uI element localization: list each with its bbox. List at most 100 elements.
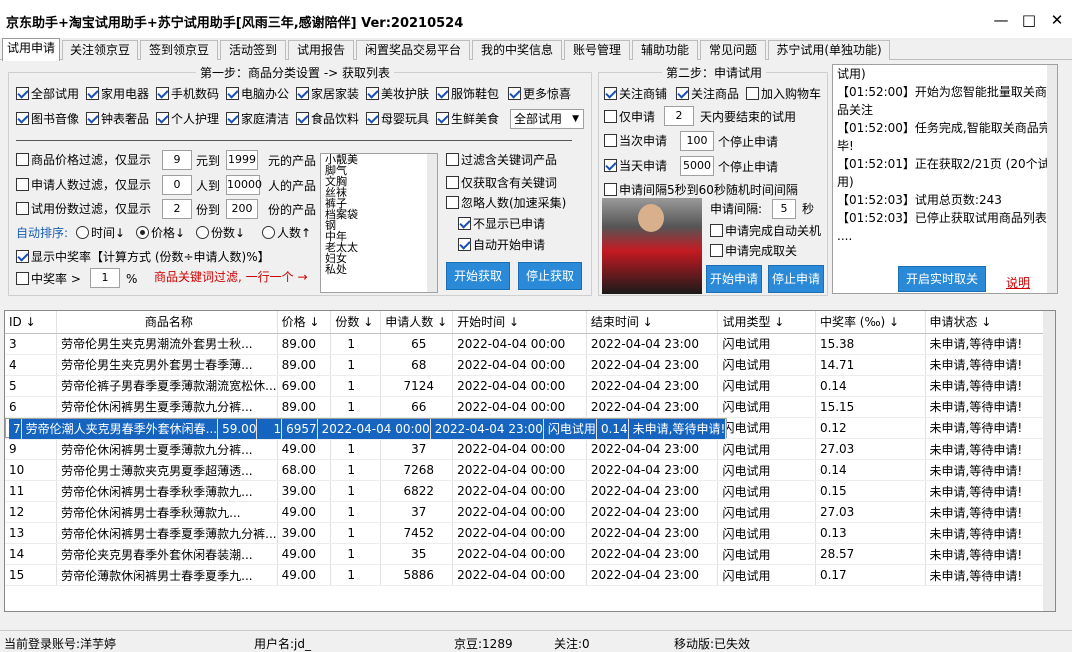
product-table[interactable]: ID ↓ 商品名称 价格 ↓ 份数 ↓ 申请人数 ↓ 开始时间 ↓ 结束时间 ↓ 试用类型 ↓… <box>4 310 1056 612</box>
column-header[interactable]: ID ↓ <box>5 311 58 334</box>
table-scrollbar[interactable] <box>1043 311 1055 611</box>
times-apply-checkbox[interactable]: 当次申请 <box>604 133 667 149</box>
table-row[interactable]: 6 劳帝伦休闲裤男生夏季薄款九分裤... 89.00 1 66 2022-04-04 00… <box>5 396 1055 418</box>
column-header[interactable]: 价格 ↓ <box>277 311 332 334</box>
price-filter-checkbox[interactable]: 商品价格过滤，仅显示 <box>16 152 151 168</box>
maximize-icon[interactable]: □ <box>1016 8 1042 32</box>
day-apply-checkbox[interactable]: 当天申请 <box>604 158 667 174</box>
column-header[interactable]: 申请状态 ↓ <box>925 311 1055 334</box>
cat-cleaning-checkbox[interactable]: 家庭清洁 <box>226 111 289 127</box>
sort-people-radio[interactable]: 人数↑ <box>262 225 311 241</box>
cat-books-checkbox[interactable]: 图书音像 <box>16 111 79 127</box>
cat-beauty-checkbox[interactable]: 美妆护肤 <box>366 86 429 102</box>
start-fetch-button[interactable]: 开始获取 <box>446 262 510 290</box>
tab-idle-market[interactable]: 闲置奖品交易平台 <box>356 40 470 60</box>
help-link[interactable]: 说明 <box>1006 275 1030 291</box>
table-row[interactable]: 7 劳帝伦潮人夹克男春季外套休闲春... 59.00 1 6957 2022-04-04 … <box>5 417 728 440</box>
rate-filter-checkbox[interactable]: 中奖率 > <box>16 271 81 287</box>
realtime-unfollow-button[interactable]: 开启实时取关 <box>898 266 986 292</box>
table-cell: 闪电试用 <box>543 418 597 440</box>
cat-watches-checkbox[interactable]: 钟表奢品 <box>86 111 149 127</box>
column-header[interactable]: 试用类型 ↓ <box>717 311 816 334</box>
only-keyword-checkbox[interactable]: 仅获取含有关键词 <box>446 175 557 191</box>
ignore-people-checkbox[interactable]: 忽略人数(加速采集) <box>446 195 566 211</box>
cat-office-checkbox[interactable]: 电脑办公 <box>226 86 289 102</box>
tab-accounts[interactable]: 账号管理 <box>564 40 630 60</box>
column-header[interactable]: 开始时间 ↓ <box>452 311 587 334</box>
cat-clothing-checkbox[interactable]: 服饰鞋包 <box>436 86 499 102</box>
interval-input[interactable]: 5 <box>772 199 796 219</box>
copies-min-input[interactable]: 2 <box>162 199 192 219</box>
column-header[interactable]: 商品名称 <box>56 311 278 334</box>
minimize-icon[interactable]: — <box>988 8 1014 32</box>
category-select[interactable]: 全部试用 ▼ <box>510 109 584 129</box>
log-panel[interactable]: 试用) 【01:52:00】开始为您智能批量取关商品关注 【01:52:00】任… <box>832 64 1058 294</box>
table-row[interactable]: 5 劳帝伦裤子男春季夏季薄款潮流宽松休... 69.00 1 7124 2022-04-0… <box>5 375 1055 397</box>
stop-apply-button[interactable]: 停止申请 <box>768 265 824 293</box>
cat-fresh-checkbox[interactable]: 生鲜美食 <box>436 111 499 127</box>
table-row[interactable]: 9 劳帝伦休闲裤男士夏季薄款九分裤... 49.00 1 37 2022-04-04 00… <box>5 438 1055 460</box>
table-row[interactable]: 11 劳帝伦休闲裤男士春季秋季薄款九... 39.00 1 6822 2022-04-04… <box>5 480 1055 502</box>
tab-my-wins[interactable]: 我的中奖信息 <box>472 40 562 60</box>
rate-input[interactable]: 1 <box>90 268 120 288</box>
times-apply-input[interactable]: 100 <box>680 131 714 151</box>
follow-item-checkbox[interactable]: 关注商品 <box>676 86 739 102</box>
cat-personal-checkbox[interactable]: 个人护理 <box>156 111 219 127</box>
price-max-input[interactable]: 1999 <box>226 150 258 170</box>
copies-filter-checkbox[interactable]: 试用份数过滤，仅显示 <box>16 201 151 217</box>
table-row[interactable]: 14 劳帝伦夹克男春季外套休闲春装潮... 49.00 1 35 2022-04-04 0… <box>5 543 1055 565</box>
sort-copies-radio[interactable]: 份数↓ <box>196 225 245 241</box>
table-row[interactable]: 3 劳帝伦男生夹克男潮流外套男士秋... 89.00 1 65 2022-04-04 00… <box>5 333 1055 355</box>
copies-max-input[interactable]: 200 <box>226 199 258 219</box>
tab-trial-apply[interactable]: 试用申请 <box>2 38 60 61</box>
cat-all-checkbox[interactable]: 全部试用 <box>16 86 79 102</box>
random-interval-checkbox[interactable]: 申请间隔5秒到60秒随机时间间隔 <box>604 182 798 198</box>
cat-phone-checkbox[interactable]: 手机数码 <box>156 86 219 102</box>
only-apply-days-input[interactable]: 2 <box>664 106 694 126</box>
unfollow-checkbox[interactable]: 申请完成取关 <box>710 243 797 259</box>
people-max-input[interactable]: 10000 <box>226 175 262 195</box>
keyword-textarea[interactable]: 小靓美 脚气 文胸 丝袜 裤子 档案袋 钢 中年 老太太 妇女 私处 <box>320 153 438 293</box>
tab-sign-beans[interactable]: 签到领京豆 <box>140 40 218 60</box>
filter-keyword-checkbox[interactable]: 过滤含关键词产品 <box>446 152 557 168</box>
follow-shop-checkbox[interactable]: 关注商铺 <box>604 86 667 102</box>
table-row[interactable]: 10 劳帝伦男士薄款夹克男夏季超薄透... 68.00 1 7268 2022-04-04… <box>5 459 1055 481</box>
column-header[interactable]: 申请人数 ↓ <box>380 311 454 334</box>
start-apply-button[interactable]: 开始申请 <box>706 265 762 293</box>
sort-price-radio[interactable]: 价格↓ <box>136 225 185 241</box>
column-header[interactable]: 中奖率 (‰) ↓ <box>815 311 926 334</box>
add-cart-checkbox[interactable]: 加入购物车 <box>746 86 821 102</box>
keyword-scrollbar[interactable] <box>427 154 437 292</box>
tab-activity-sign[interactable]: 活动签到 <box>220 40 286 60</box>
people-filter-checkbox[interactable]: 申请人数过滤，仅显示 <box>16 177 151 193</box>
cat-appliance-checkbox[interactable]: 家用电器 <box>86 86 149 102</box>
table-row[interactable]: 12 劳帝伦休闲裤男士春季秋薄款九... 49.00 1 37 2022-04-04 00… <box>5 501 1055 523</box>
day-apply-input[interactable]: 5000 <box>680 156 714 176</box>
stop-fetch-button[interactable]: 停止获取 <box>518 262 582 290</box>
interval-label: 申请间隔: <box>710 202 763 216</box>
tab-aux[interactable]: 辅助功能 <box>632 40 698 60</box>
close-icon[interactable]: ✕ <box>1044 8 1070 32</box>
cat-food-checkbox[interactable]: 食品饮料 <box>296 111 359 127</box>
cat-more-checkbox[interactable]: 更多惊喜 <box>508 86 571 102</box>
only-apply-checkbox[interactable]: 仅申请 <box>604 109 655 125</box>
column-header[interactable]: 结束时间 ↓ <box>586 311 719 334</box>
tab-follow-beans[interactable]: 关注领京豆 <box>62 40 138 60</box>
hide-applied-checkbox[interactable]: 不显示已申请 <box>458 216 545 232</box>
sort-time-radio[interactable]: 时间↓ <box>76 225 125 241</box>
people-min-input[interactable]: 0 <box>162 175 192 195</box>
tab-suning[interactable]: 苏宁试用(单独功能) <box>768 40 890 60</box>
tab-faq[interactable]: 常见问题 <box>700 40 766 60</box>
price-min-input[interactable]: 9 <box>162 150 192 170</box>
table-row[interactable]: 13 劳帝伦休闲裤男士春季夏季薄款九分裤... 39.00 1 7452 2022-04-… <box>5 522 1055 544</box>
shutdown-checkbox[interactable]: 申请完成自动关机 <box>710 223 821 239</box>
tab-trial-report[interactable]: 试用报告 <box>288 40 354 60</box>
table-row[interactable]: 4 劳帝伦男生夹克男外套男士春季薄... 89.00 1 68 2022-04-04 00… <box>5 354 1055 376</box>
log-scrollbar[interactable] <box>1047 65 1057 293</box>
column-header[interactable]: 份数 ↓ <box>330 311 382 334</box>
cat-baby-checkbox[interactable]: 母婴玩具 <box>366 111 429 127</box>
cat-home-checkbox[interactable]: 家居家装 <box>296 86 359 102</box>
show-rate-checkbox[interactable]: 显示中奖率【计算方式 (份数÷申请人数)%】 <box>16 249 270 265</box>
auto-apply-checkbox[interactable]: 自动开始申请 <box>458 237 545 253</box>
table-row[interactable]: 15 劳帝伦薄款休闲裤男士春季夏季九... 49.00 1 5886 2022-04-04… <box>5 564 1055 586</box>
